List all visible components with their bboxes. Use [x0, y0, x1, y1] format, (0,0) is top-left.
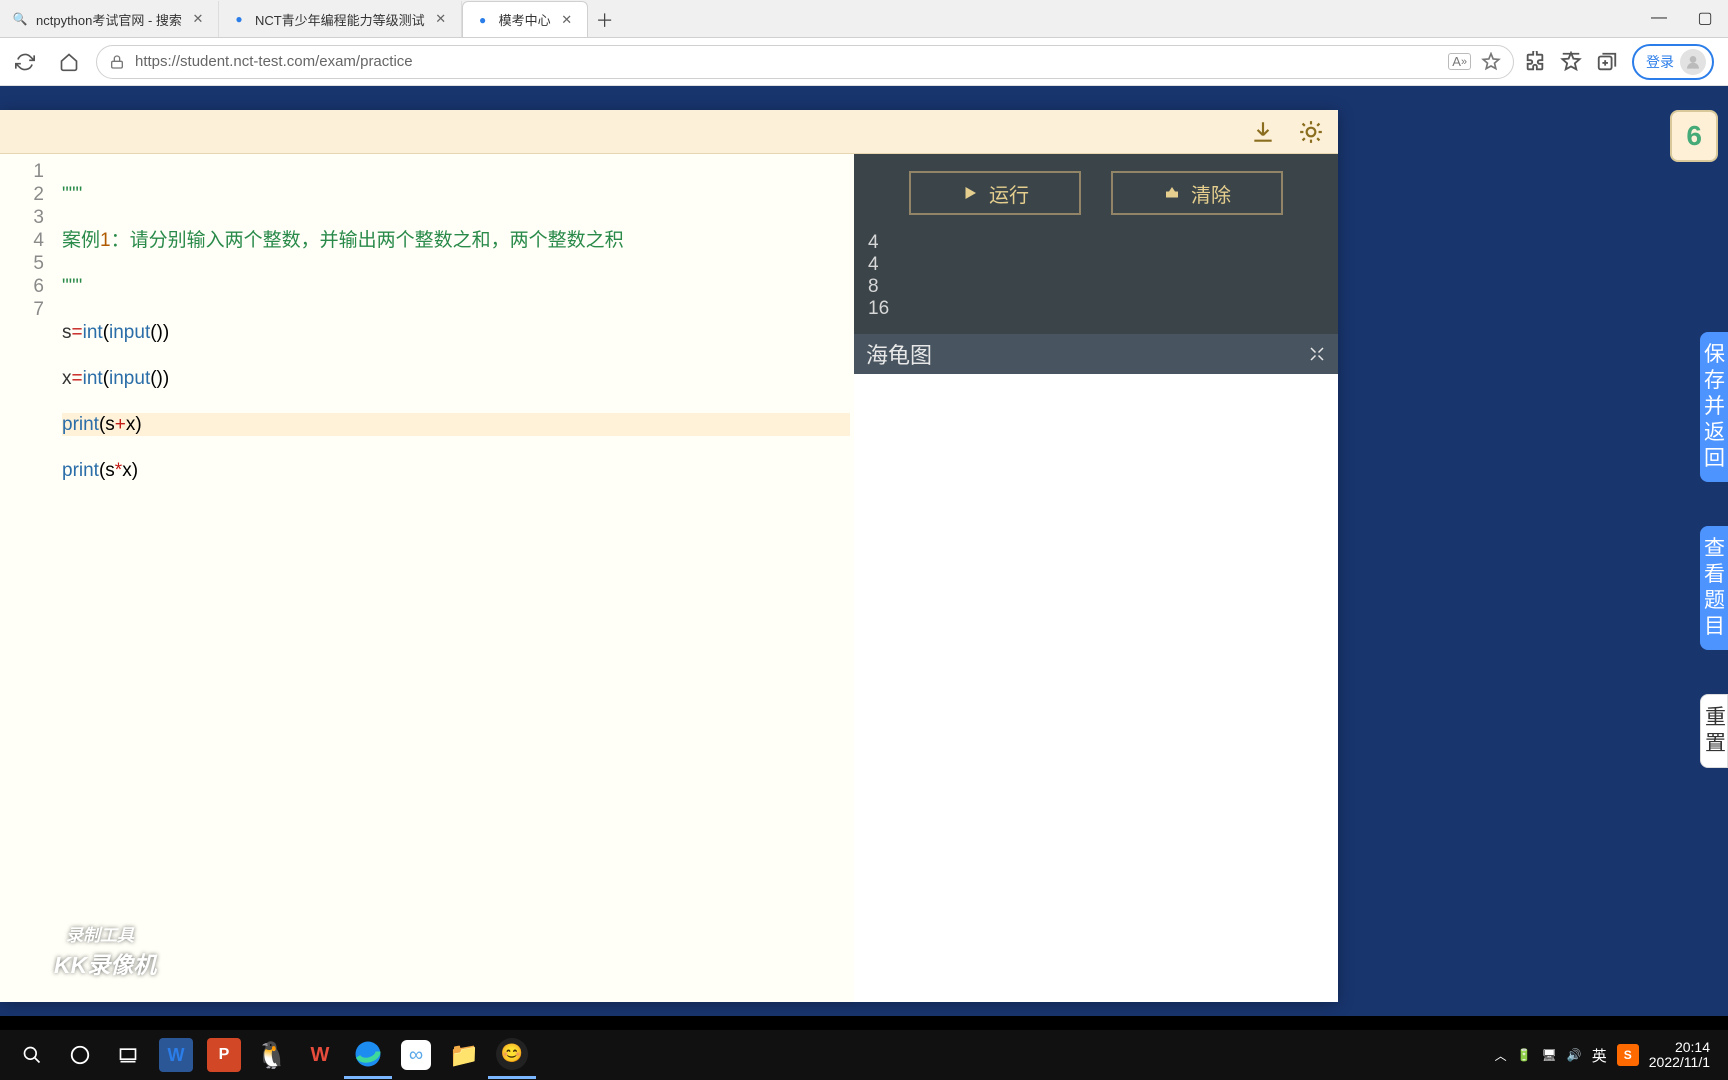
- collections-icon[interactable]: [1596, 51, 1618, 73]
- line-gutter: 1234567: [0, 154, 58, 1002]
- battery-icon[interactable]: 🔋: [1517, 1048, 1532, 1062]
- run-button[interactable]: 运行: [909, 171, 1081, 215]
- avatar-icon: [1680, 49, 1706, 75]
- url-text: https://student.nct-test.com/exam/practi…: [135, 53, 1438, 70]
- login-button[interactable]: 登录: [1632, 44, 1714, 80]
- reset-button[interactable]: 重置: [1700, 694, 1728, 768]
- console-line: 8: [868, 276, 1324, 298]
- action-row: 运行 清除: [854, 154, 1338, 232]
- expand-icon[interactable]: [1308, 345, 1326, 363]
- tab-title: NCT青少年编程能力等级测试: [255, 10, 425, 29]
- run-label: 运行: [989, 179, 1029, 208]
- tab-title: nctpython考试官网 - 搜索: [36, 10, 182, 29]
- question-number-badge: 6: [1670, 110, 1718, 162]
- cortana-button[interactable]: [56, 1031, 104, 1079]
- ide-container: 1234567 """ 案例1：请分别输入两个整数，并输出两个整数之和，两个整数…: [0, 110, 1338, 1002]
- tab-exam-center[interactable]: ● 模考中心 ✕: [462, 1, 588, 37]
- recorder-icon[interactable]: 😊: [488, 1031, 536, 1079]
- console-line: 4: [868, 254, 1324, 276]
- login-label: 登录: [1646, 52, 1674, 72]
- clear-label: 清除: [1191, 179, 1231, 208]
- lock-icon: [109, 54, 125, 70]
- powerpoint-icon[interactable]: P: [207, 1038, 241, 1072]
- watermark-top: 录制工具: [66, 921, 156, 946]
- star-icon[interactable]: [1481, 52, 1501, 72]
- minimize-button[interactable]: —: [1636, 0, 1682, 37]
- page-content: 6 1234567 """ 案例1：请分别输入两个整数，并输出两个整数之和，两个…: [0, 86, 1728, 1016]
- sogou-icon[interactable]: S: [1617, 1044, 1639, 1066]
- volume-icon[interactable]: 🔊: [1567, 1048, 1582, 1062]
- word-icon[interactable]: W: [159, 1038, 193, 1072]
- app-icon[interactable]: ∞: [392, 1031, 440, 1079]
- search-button[interactable]: [8, 1031, 56, 1079]
- ide-toolbar: [0, 110, 1338, 154]
- chevron-up-icon[interactable]: ︿: [1495, 1047, 1507, 1064]
- code-editor[interactable]: 1234567 """ 案例1：请分别输入两个整数，并输出两个整数之和，两个整数…: [0, 154, 854, 1002]
- refresh-button[interactable]: [8, 45, 42, 79]
- turtle-title: 海龟图: [866, 338, 932, 370]
- task-view-button[interactable]: [104, 1031, 152, 1079]
- clock-date: 2022/11/1: [1649, 1055, 1710, 1070]
- close-icon[interactable]: ✕: [433, 11, 449, 27]
- explorer-icon[interactable]: 📁: [440, 1031, 488, 1079]
- new-tab-button[interactable]: ＋: [588, 3, 622, 37]
- window-controls: — ▢: [1636, 0, 1728, 37]
- browser-nav-bar: https://student.nct-test.com/exam/practi…: [0, 38, 1728, 86]
- output-panel: 运行 清除 4 4 8 16 海龟图: [854, 154, 1338, 1002]
- view-question-button[interactable]: 查看题目: [1700, 526, 1728, 650]
- close-icon[interactable]: ✕: [559, 12, 575, 28]
- ime-indicator[interactable]: 英: [1592, 1045, 1607, 1066]
- download-icon[interactable]: [1250, 119, 1276, 145]
- tab-nct[interactable]: ● NCT青少年编程能力等级测试 ✕: [219, 1, 462, 37]
- tab-search[interactable]: 🔍 nctpython考试官网 - 搜索 ✕: [0, 1, 219, 37]
- system-tray[interactable]: ︿ 🔋 🖥 🔊 英 S 20:14 2022/11/1: [1495, 1040, 1720, 1070]
- clock-time: 20:14: [1649, 1040, 1710, 1055]
- site-icon: ●: [475, 12, 491, 28]
- maximize-button[interactable]: ▢: [1682, 0, 1728, 37]
- code-area[interactable]: """ 案例1：请分别输入两个整数，并输出两个整数之和，两个整数之积 """ s…: [58, 154, 854, 1002]
- side-float-buttons: 保存并返回 查看题目 重置: [1700, 332, 1728, 768]
- qq-icon[interactable]: 🐧: [248, 1031, 296, 1079]
- watermark-bottom: KK录像机: [54, 952, 156, 978]
- home-button[interactable]: [52, 45, 86, 79]
- edge-icon[interactable]: [344, 1031, 392, 1079]
- turtle-canvas[interactable]: [854, 374, 1338, 1002]
- console-line: 16: [868, 298, 1324, 320]
- extensions-icon[interactable]: [1524, 51, 1546, 73]
- url-bar[interactable]: https://student.nct-test.com/exam/practi…: [96, 45, 1514, 79]
- tab-title: 模考中心: [499, 10, 551, 29]
- read-aloud-icon[interactable]: A»: [1448, 53, 1471, 70]
- watermark: 录制工具 KK录像机: [54, 921, 156, 980]
- turtle-panel-header: 海龟图: [854, 334, 1338, 374]
- taskbar[interactable]: W P 🐧 W ∞ 📁 😊 ︿ 🔋 🖥 🔊 英 S 20:14 2022/11/…: [0, 1030, 1728, 1080]
- favorites-icon[interactable]: [1560, 51, 1582, 73]
- console-line: 4: [868, 232, 1324, 254]
- browser-tab-strip: 🔍 nctpython考试官网 - 搜索 ✕ ● NCT青少年编程能力等级测试 …: [0, 0, 1728, 38]
- nav-right-icons: 登录: [1524, 44, 1720, 80]
- wps-icon[interactable]: W: [296, 1031, 344, 1079]
- save-return-button[interactable]: 保存并返回: [1700, 332, 1728, 482]
- search-icon: 🔍: [12, 11, 28, 27]
- close-icon[interactable]: ✕: [190, 11, 206, 27]
- console-output[interactable]: 4 4 8 16: [854, 232, 1338, 334]
- theme-toggle-icon[interactable]: [1298, 119, 1324, 145]
- ide-body: 1234567 """ 案例1：请分别输入两个整数，并输出两个整数之和，两个整数…: [0, 154, 1338, 1002]
- clear-button[interactable]: 清除: [1111, 171, 1283, 215]
- clock[interactable]: 20:14 2022/11/1: [1649, 1040, 1710, 1070]
- network-icon[interactable]: 🖥: [1542, 1048, 1557, 1062]
- site-icon: ●: [231, 11, 247, 27]
